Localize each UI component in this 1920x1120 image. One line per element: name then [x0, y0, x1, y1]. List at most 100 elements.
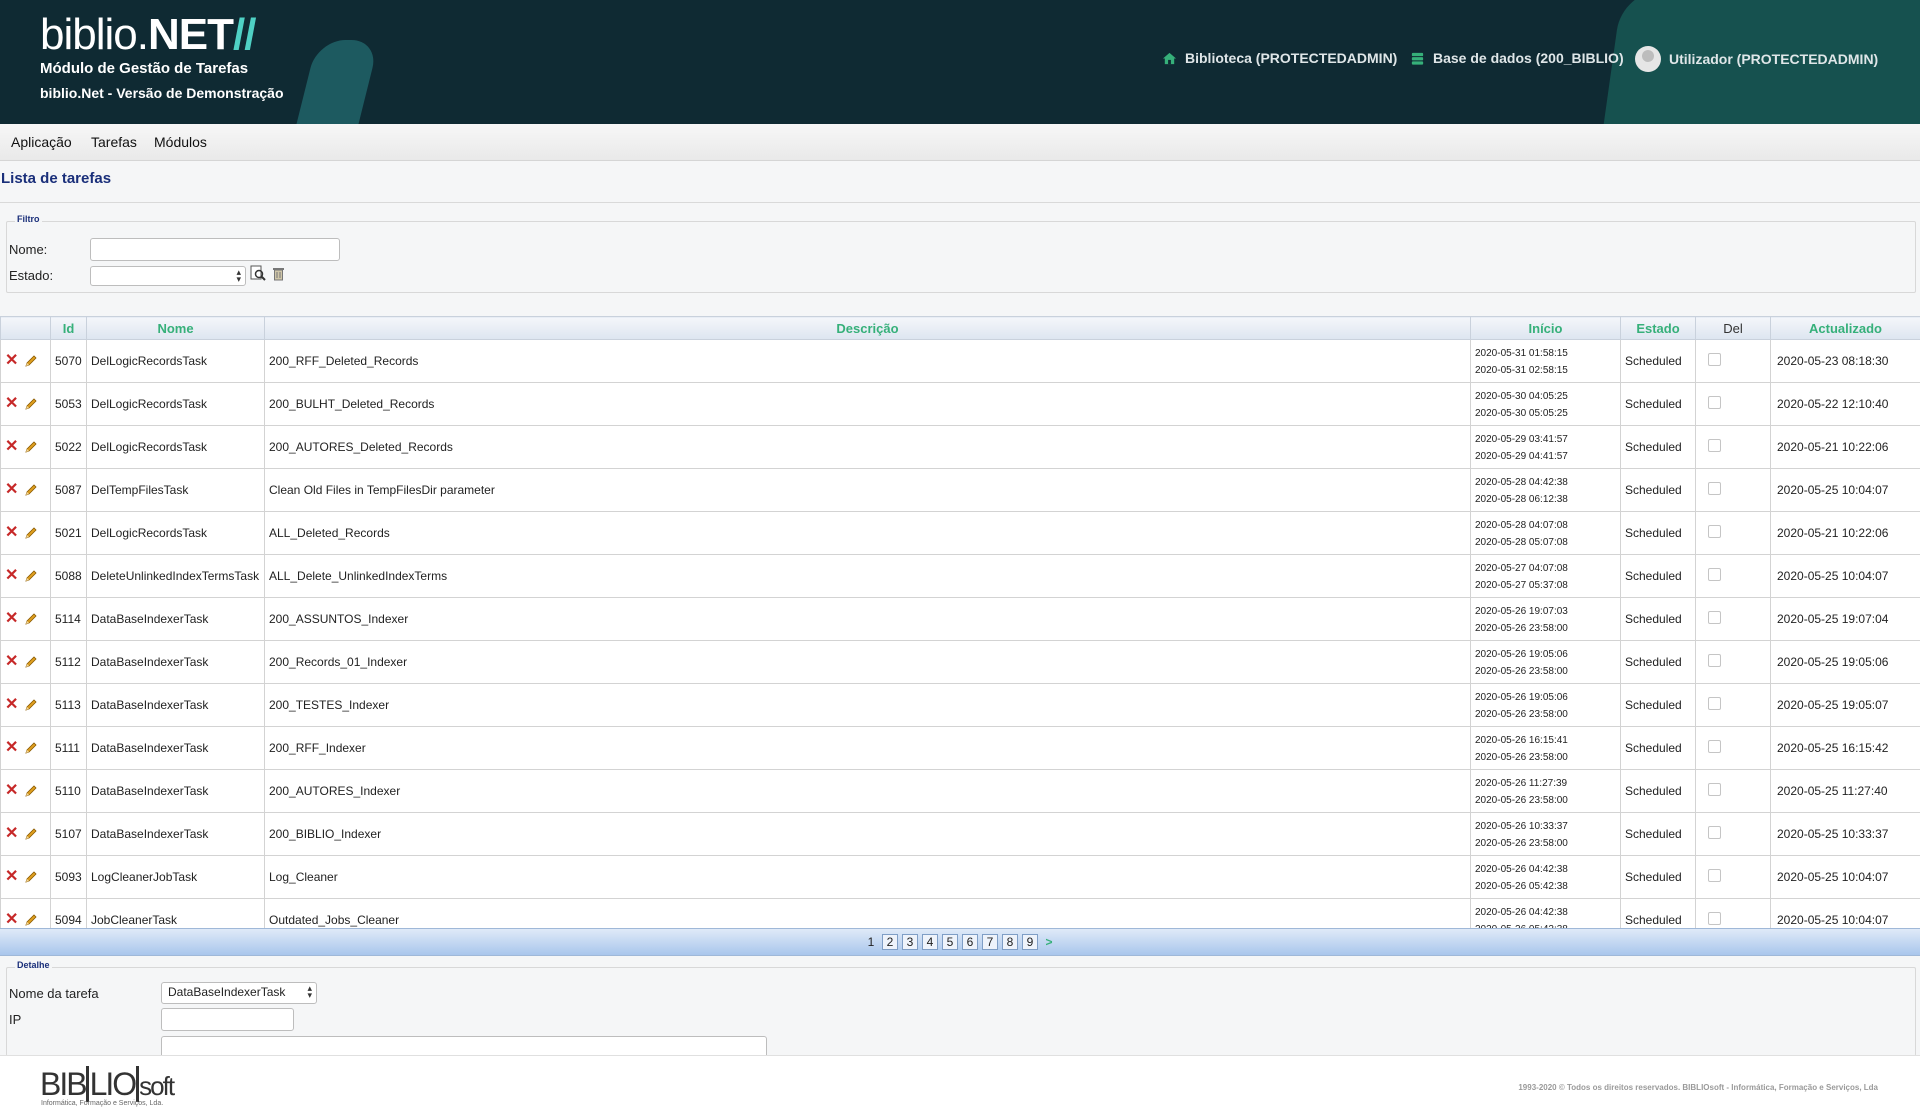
- delete-icon[interactable]: ✕: [5, 483, 18, 497]
- col-descricao[interactable]: Descrição: [265, 317, 1471, 340]
- page-link-3[interactable]: 3: [902, 934, 918, 950]
- col-estado[interactable]: Estado: [1621, 317, 1696, 340]
- cell-name: DataBaseIndexerTask: [87, 813, 265, 856]
- name-input[interactable]: [90, 238, 340, 261]
- del-checkbox[interactable]: [1708, 396, 1721, 409]
- edit-icon[interactable]: [24, 827, 38, 841]
- edit-icon[interactable]: [24, 354, 38, 368]
- edit-icon[interactable]: [24, 784, 38, 798]
- cell-name: DeleteUnlinkedIndexTermsTask: [87, 555, 265, 598]
- library-info[interactable]: Biblioteca (PROTECTEDADMIN): [1162, 50, 1397, 66]
- start-time-2: 2020-05-26 05:42:38: [1475, 878, 1616, 895]
- row-actions: ✕: [1, 856, 51, 899]
- delete-icon[interactable]: ✕: [5, 655, 18, 669]
- bibliosoft-logo[interactable]: BIBLIOsoft: [40, 1066, 173, 1103]
- del-checkbox[interactable]: [1708, 783, 1721, 796]
- delete-icon[interactable]: ✕: [5, 526, 18, 540]
- edit-icon[interactable]: [24, 569, 38, 583]
- delete-icon[interactable]: ✕: [5, 440, 18, 454]
- del-checkbox[interactable]: [1708, 697, 1721, 710]
- cell-description: 200_AUTORES_Deleted_Records: [265, 426, 1471, 469]
- delete-icon[interactable]: ✕: [5, 612, 18, 626]
- table-row[interactable]: ✕5087DelTempFilesTaskClean Old Files in …: [1, 469, 1920, 512]
- col-actualizado[interactable]: Actualizado: [1771, 317, 1920, 340]
- del-checkbox[interactable]: [1708, 439, 1721, 452]
- start-time-1: 2020-05-30 04:05:25: [1475, 388, 1616, 405]
- page-link-2[interactable]: 2: [882, 934, 898, 950]
- trash-icon[interactable]: [272, 266, 285, 281]
- biblionet-logo[interactable]: biblio.NET//: [40, 12, 284, 58]
- search-icon[interactable]: [250, 265, 267, 282]
- table-row[interactable]: ✕5111DataBaseIndexerTask200_RFF_Indexer2…: [1, 727, 1920, 770]
- table-row[interactable]: ✕5021DelLogicRecordsTaskALL_Deleted_Reco…: [1, 512, 1920, 555]
- edit-icon[interactable]: [24, 483, 38, 497]
- edit-icon[interactable]: [24, 870, 38, 884]
- del-checkbox[interactable]: [1708, 611, 1721, 624]
- table-row[interactable]: ✕5093LogCleanerJobTaskLog_Cleaner2020-05…: [1, 856, 1920, 899]
- user-info[interactable]: Utilizador (PROTECTEDADMIN): [1635, 46, 1878, 72]
- menu-item-aplicacao[interactable]: Aplicação: [11, 134, 72, 150]
- delete-icon[interactable]: ✕: [5, 784, 18, 798]
- table-row[interactable]: ✕5113DataBaseIndexerTask200_TESTES_Index…: [1, 684, 1920, 727]
- del-checkbox[interactable]: [1708, 740, 1721, 753]
- table-row[interactable]: ✕5114DataBaseIndexerTask200_ASSUNTOS_Ind…: [1, 598, 1920, 641]
- page-link-8[interactable]: 8: [1002, 934, 1018, 950]
- edit-icon[interactable]: [24, 913, 38, 927]
- footer-logo-b: LIO: [86, 1066, 140, 1102]
- menu-item-tarefas[interactable]: Tarefas: [91, 134, 137, 150]
- col-inicio[interactable]: Início: [1471, 317, 1621, 340]
- del-checkbox[interactable]: [1708, 353, 1721, 366]
- menu-item-modulos[interactable]: Módulos: [154, 134, 207, 150]
- del-checkbox[interactable]: [1708, 654, 1721, 667]
- del-checkbox[interactable]: [1708, 525, 1721, 538]
- delete-icon[interactable]: ✕: [5, 741, 18, 755]
- edit-icon[interactable]: [24, 397, 38, 411]
- page-link-5[interactable]: 5: [942, 934, 958, 950]
- del-checkbox[interactable]: [1708, 912, 1721, 925]
- table-row[interactable]: ✕5107DataBaseIndexerTask200_BIBLIO_Index…: [1, 813, 1920, 856]
- delete-icon[interactable]: ✕: [5, 913, 18, 927]
- start-time-2: 2020-05-26 23:58:00: [1475, 749, 1616, 766]
- start-time-2: 2020-05-26 23:58:00: [1475, 620, 1616, 637]
- table-row[interactable]: ✕5110DataBaseIndexerTask200_AUTORES_Inde…: [1, 770, 1920, 813]
- page-link-9[interactable]: 9: [1022, 934, 1038, 950]
- page-link-1[interactable]: 1: [864, 935, 878, 949]
- del-checkbox[interactable]: [1708, 568, 1721, 581]
- row-actions: ✕: [1, 641, 51, 684]
- col-nome[interactable]: Nome: [87, 317, 265, 340]
- cell-description: 200_BULHT_Deleted_Records: [265, 383, 1471, 426]
- delete-icon[interactable]: ✕: [5, 827, 18, 841]
- edit-icon[interactable]: [24, 612, 38, 626]
- start-time-2: 2020-05-30 05:05:25: [1475, 405, 1616, 422]
- ip-input[interactable]: [161, 1008, 294, 1031]
- page-link-4[interactable]: 4: [922, 934, 938, 950]
- row-actions: ✕: [1, 426, 51, 469]
- table-row[interactable]: ✕5022DelLogicRecordsTask200_AUTORES_Dele…: [1, 426, 1920, 469]
- delete-icon[interactable]: ✕: [5, 354, 18, 368]
- select-arrows-icon: ▴▾: [236, 269, 241, 283]
- delete-icon[interactable]: ✕: [5, 870, 18, 884]
- edit-icon[interactable]: [24, 655, 38, 669]
- database-info[interactable]: Base de dados (200_BIBLIO): [1410, 50, 1624, 66]
- edit-icon[interactable]: [24, 698, 38, 712]
- col-id[interactable]: Id: [51, 317, 87, 340]
- del-checkbox[interactable]: [1708, 482, 1721, 495]
- edit-icon[interactable]: [24, 741, 38, 755]
- del-checkbox[interactable]: [1708, 826, 1721, 839]
- state-select[interactable]: ▴▾: [90, 266, 246, 286]
- task-name-select[interactable]: DataBaseIndexerTask ▴▾: [161, 982, 317, 1004]
- delete-icon[interactable]: ✕: [5, 569, 18, 583]
- table-row[interactable]: ✕5112DataBaseIndexerTask200_Records_01_I…: [1, 641, 1920, 684]
- table-row[interactable]: ✕5053DelLogicRecordsTask200_BULHT_Delete…: [1, 383, 1920, 426]
- edit-icon[interactable]: [24, 526, 38, 540]
- delete-icon[interactable]: ✕: [5, 698, 18, 712]
- delete-icon[interactable]: ✕: [5, 397, 18, 411]
- edit-icon[interactable]: [24, 440, 38, 454]
- page-link-6[interactable]: 6: [962, 934, 978, 950]
- table-row[interactable]: ✕5070DelLogicRecordsTask200_RFF_Deleted_…: [1, 340, 1920, 383]
- table-row[interactable]: ✕5088DeleteUnlinkedIndexTermsTaskALL_Del…: [1, 555, 1920, 598]
- next-page-button[interactable]: >: [1042, 935, 1056, 949]
- page-link-7[interactable]: 7: [982, 934, 998, 950]
- pagination: 123456789 >: [0, 928, 1920, 956]
- del-checkbox[interactable]: [1708, 869, 1721, 882]
